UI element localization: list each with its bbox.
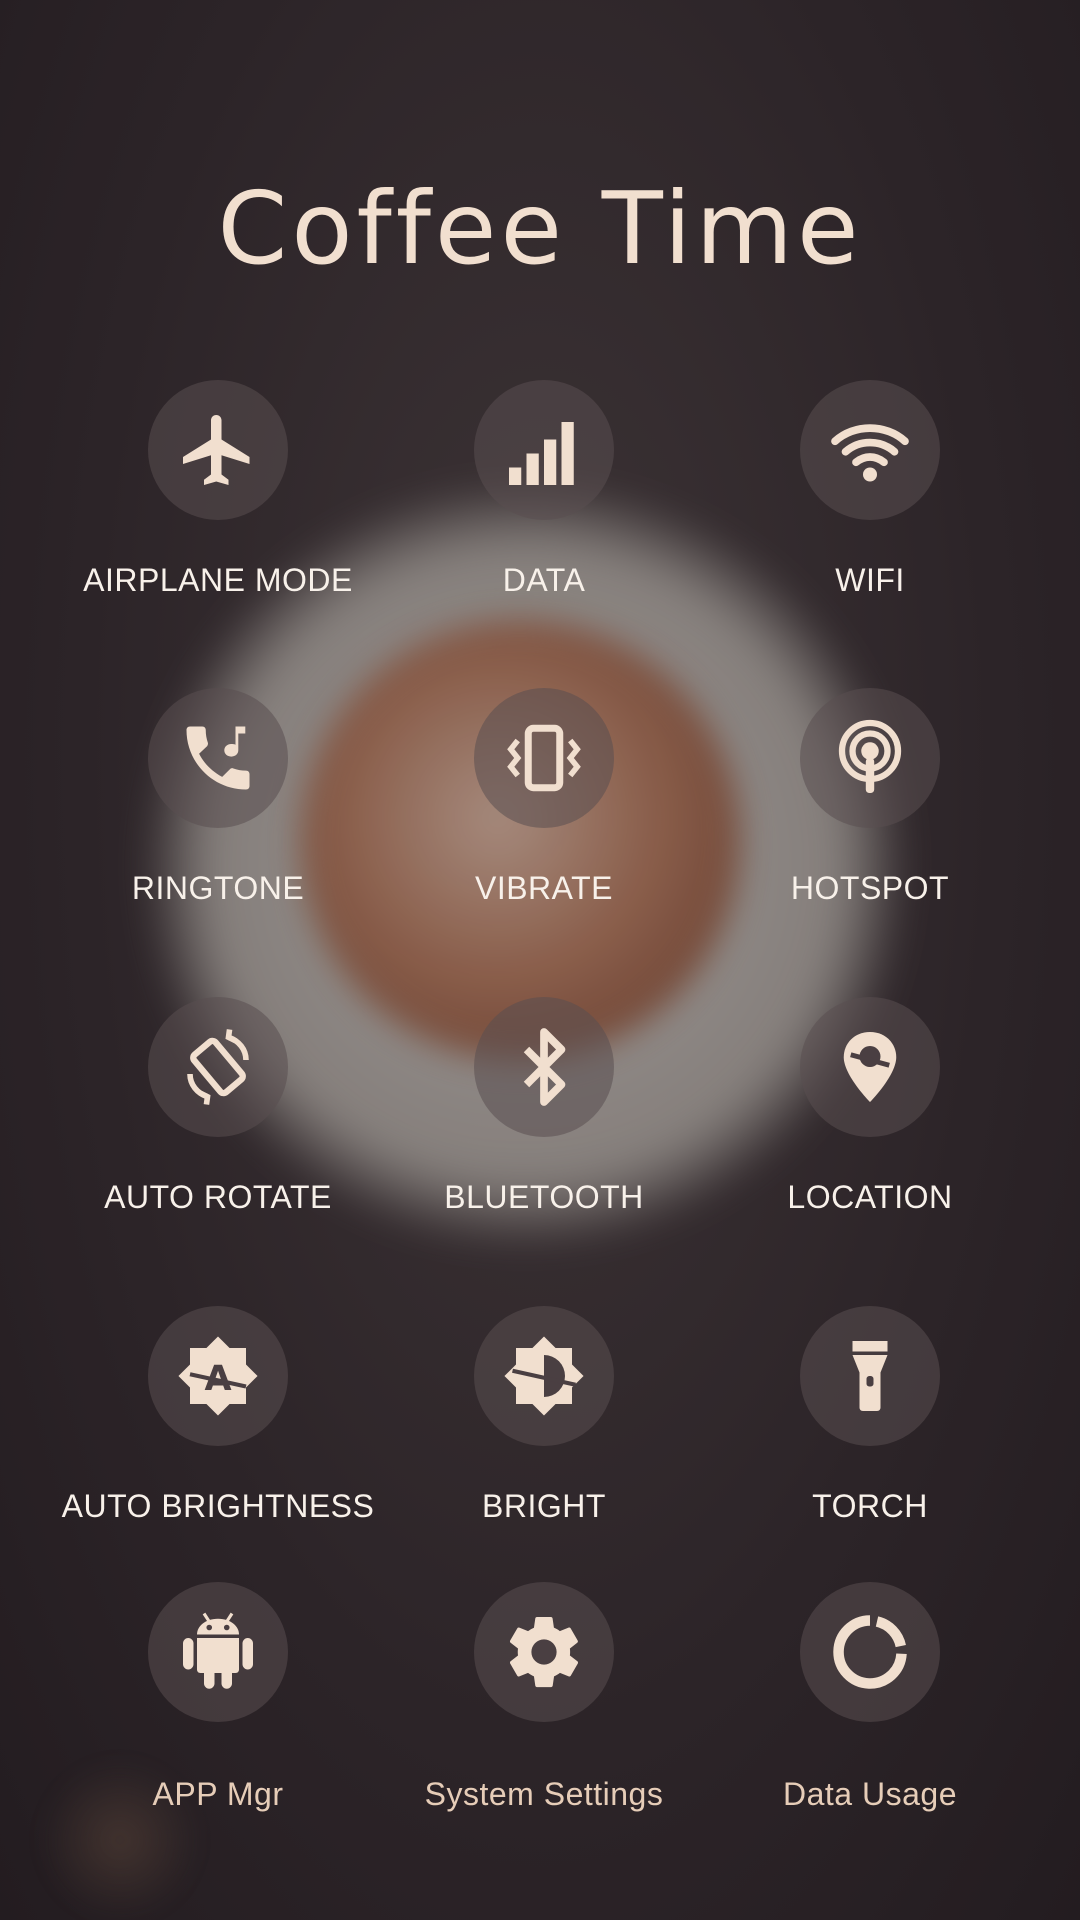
data-usage-ring-icon: [833, 1615, 907, 1689]
tile-location[interactable]: LOCATION: [710, 997, 1030, 1216]
tile-bluetooth[interactable]: BLUETOOTH: [384, 997, 704, 1216]
tile-hotspot[interactable]: HOTSPOT: [710, 688, 1030, 907]
tile-label: AUTO ROTATE: [104, 1179, 332, 1215]
wifi-icon: [831, 424, 909, 482]
tile-torch[interactable]: TORCH: [710, 1306, 1030, 1525]
system-settings-button[interactable]: [474, 1582, 614, 1722]
tile-label: BRIGHT: [482, 1488, 606, 1524]
auto-rotate-icon: [187, 1029, 249, 1105]
tile-data[interactable]: DATA: [384, 380, 704, 599]
tile-system-settings[interactable]: System Settings: [384, 1582, 704, 1813]
airplane-icon: [183, 415, 250, 485]
airplane-mode-button[interactable]: [148, 380, 288, 520]
tile-label: TORCH: [812, 1488, 928, 1524]
tile-label: BLUETOOTH: [444, 1179, 644, 1215]
ringtone-button[interactable]: [148, 688, 288, 828]
tile-auto-rotate[interactable]: AUTO ROTATE: [58, 997, 378, 1216]
torch-icon: [852, 1341, 888, 1411]
gear-icon: [509, 1617, 579, 1688]
brightness-icon: [504, 1336, 584, 1416]
hotspot-icon: [838, 719, 902, 793]
bluetooth-icon: [523, 1028, 566, 1106]
auto-brightness-button[interactable]: A: [148, 1306, 288, 1446]
page-title: Coffee Time: [217, 170, 863, 287]
tile-label: Data Usage: [783, 1776, 957, 1812]
tile-bright[interactable]: BRIGHT: [384, 1306, 704, 1525]
auto-brightness-icon: A: [178, 1336, 258, 1416]
android-icon: [183, 1612, 253, 1689]
signal-bars-icon: [509, 422, 574, 485]
auto-rotate-button[interactable]: [148, 997, 288, 1137]
tile-wifi[interactable]: WIFI: [710, 380, 1030, 599]
tile-label: AIRPLANE MODE: [83, 562, 353, 598]
tile-label: HOTSPOT: [790, 870, 950, 906]
tile-label: APP Mgr: [152, 1776, 284, 1812]
vibrate-button[interactable]: [474, 688, 614, 828]
tile-label: VIBRATE: [474, 870, 614, 906]
ringtone-phone-icon: [186, 726, 250, 790]
tile-ringtone[interactable]: RINGTONE: [58, 688, 378, 907]
vibrate-phone-icon: [507, 724, 581, 792]
tile-label: DATA: [502, 562, 586, 598]
wifi-button[interactable]: [800, 380, 940, 520]
tile-label: System Settings: [424, 1776, 664, 1812]
tile-label: WIFI: [835, 562, 905, 598]
bluetooth-button[interactable]: [474, 997, 614, 1137]
data-usage-button[interactable]: [800, 1582, 940, 1722]
location-pin-icon: [843, 1032, 897, 1102]
data-button[interactable]: [474, 380, 614, 520]
tile-label: AUTO BRIGHTNESS: [61, 1488, 375, 1524]
app-mgr-button[interactable]: [148, 1582, 288, 1722]
tile-app-mgr[interactable]: APP Mgr: [58, 1582, 378, 1813]
tile-label: LOCATION: [787, 1179, 953, 1215]
tile-label: RINGTONE: [131, 870, 305, 906]
torch-button[interactable]: [800, 1306, 940, 1446]
tile-data-usage[interactable]: Data Usage: [710, 1582, 1030, 1813]
tile-airplane-mode[interactable]: AIRPLANE MODE: [58, 380, 378, 599]
location-button[interactable]: [800, 997, 940, 1137]
tile-vibrate[interactable]: VIBRATE: [384, 688, 704, 907]
hotspot-button[interactable]: [800, 688, 940, 828]
tile-auto-brightness[interactable]: A AUTO BRIGHTNESS: [58, 1306, 378, 1525]
bright-button[interactable]: [474, 1306, 614, 1446]
